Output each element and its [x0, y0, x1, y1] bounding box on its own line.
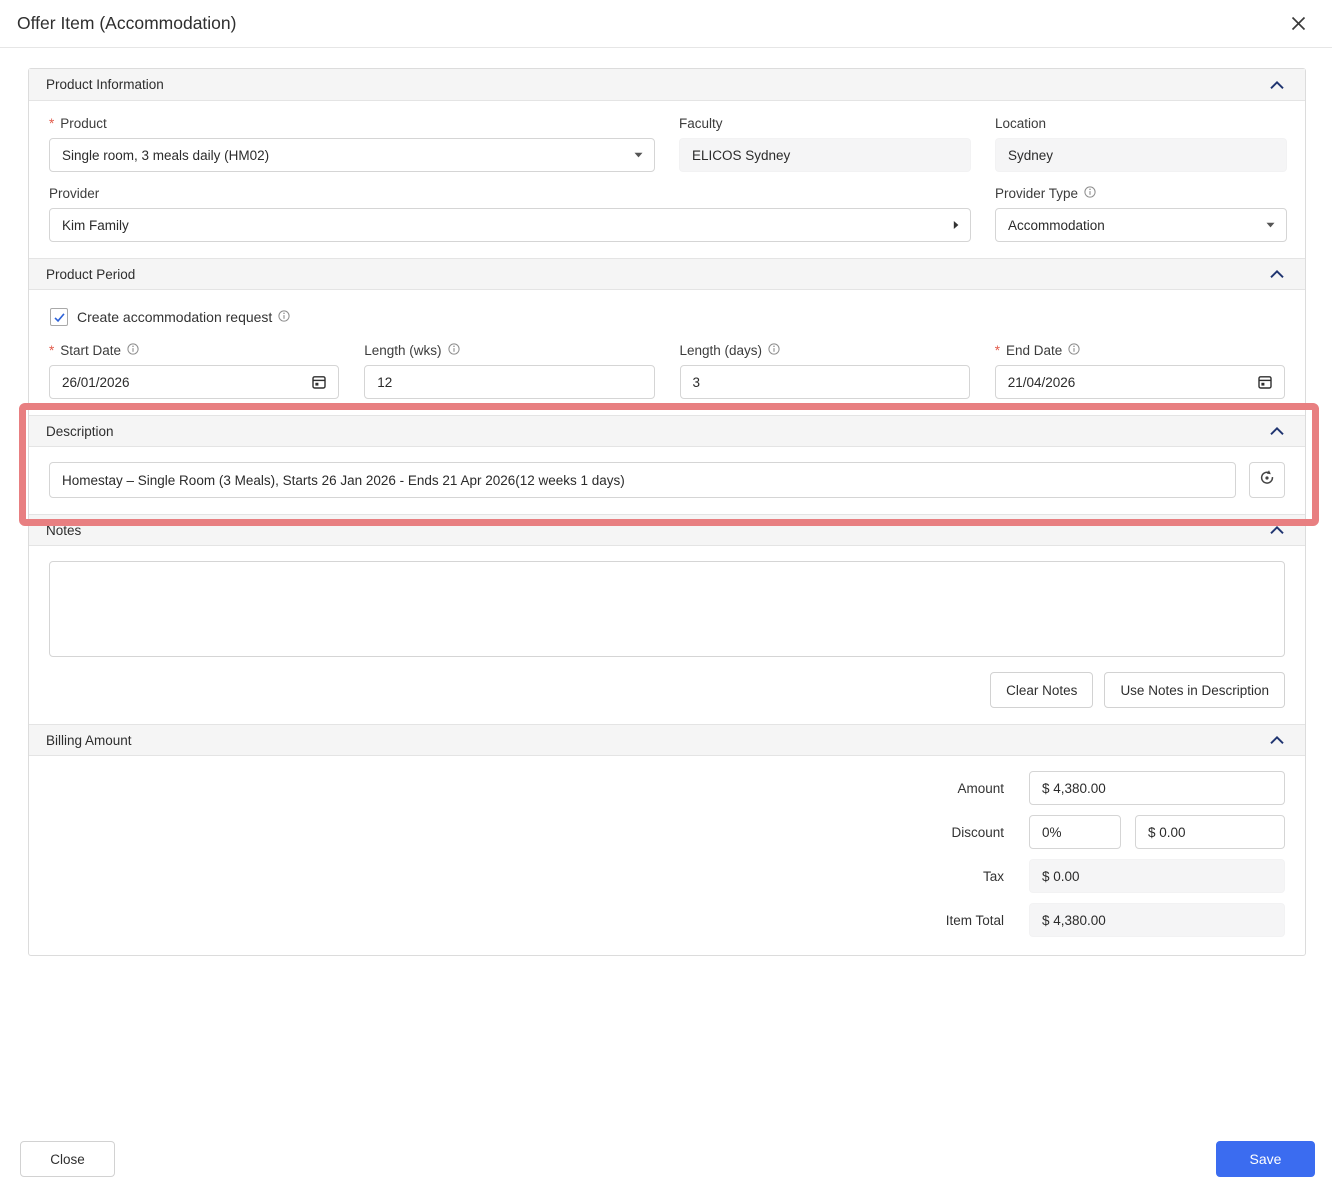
- discount-percent-input[interactable]: [1029, 815, 1121, 849]
- location-field-group: Location Sydney: [995, 116, 1287, 172]
- product-information-title: Product Information: [46, 77, 164, 92]
- notes-title: Notes: [46, 522, 82, 538]
- provider-label: Provider: [49, 186, 100, 201]
- provider-input[interactable]: [49, 208, 971, 242]
- info-icon: [278, 309, 290, 325]
- end-date-label: * End Date: [995, 343, 1285, 358]
- length-days-label: Length (days): [680, 343, 970, 358]
- length-wks-field-group: Length (wks): [364, 343, 655, 399]
- product-information-header: Product Information: [29, 69, 1305, 101]
- use-notes-in-description-button[interactable]: Use Notes in Description: [1104, 672, 1285, 708]
- tax-value: $ 0.00: [1029, 859, 1285, 893]
- discount-label: Discount: [951, 824, 1004, 840]
- caret-right-icon[interactable]: [953, 221, 959, 230]
- required-asterisk: *: [994, 343, 1001, 358]
- dialog-titlebar: Offer Item (Accommodation): [0, 0, 1332, 48]
- required-asterisk: *: [49, 116, 55, 131]
- amount-input[interactable]: [1029, 771, 1285, 805]
- description-input[interactable]: [49, 462, 1236, 498]
- save-button[interactable]: Save: [1216, 1141, 1315, 1177]
- section-product-period: Product Period Create accommodation requ…: [29, 258, 1305, 415]
- info-icon: [127, 343, 139, 358]
- chevron-up-icon[interactable]: [1267, 733, 1287, 747]
- calendar-icon[interactable]: [311, 374, 327, 390]
- length-days-input[interactable]: [679, 365, 970, 399]
- faculty-field-group: Faculty ELICOS Sydney: [679, 116, 971, 172]
- chevron-up-icon[interactable]: [1267, 523, 1287, 537]
- description-body: [29, 447, 1305, 514]
- billing-amount-header: Billing Amount: [29, 724, 1305, 756]
- product-select[interactable]: [49, 138, 655, 172]
- reset-icon: [1258, 469, 1276, 492]
- faculty-value: ELICOS Sydney: [679, 138, 971, 172]
- product-field-group: * Product: [49, 116, 655, 172]
- notes-textarea[interactable]: [49, 561, 1285, 657]
- product-label: * Product: [49, 116, 107, 131]
- create-accommodation-request-checkbox[interactable]: [50, 308, 68, 326]
- item-total-value: $ 4,380.00: [1029, 903, 1285, 937]
- length-wks-label: Length (wks): [364, 343, 654, 358]
- location-value: Sydney: [995, 138, 1287, 172]
- info-icon: [447, 343, 460, 358]
- start-date-label: * Start Date: [49, 343, 339, 358]
- item-total-row: Item Total $ 4,380.00: [49, 903, 1285, 937]
- end-date-input[interactable]: [994, 365, 1285, 399]
- clear-notes-button[interactable]: Clear Notes: [990, 672, 1094, 708]
- close-icon[interactable]: [1284, 10, 1312, 38]
- start-date-input[interactable]: [49, 365, 340, 399]
- chevron-up-icon[interactable]: [1267, 424, 1287, 438]
- billing-amount-title: Billing Amount: [46, 732, 132, 748]
- caret-down-icon[interactable]: [1266, 222, 1275, 228]
- billing-amount-body: Amount Discount Tax $ 0.00 Item Total: [29, 756, 1305, 955]
- tax-row: Tax $ 0.00: [49, 859, 1285, 893]
- create-accommodation-request-label: Create accommodation request: [77, 309, 290, 325]
- description-title: Description: [46, 423, 114, 439]
- section-product-information: Product Information * Product Single roo…: [29, 69, 1305, 258]
- faculty-label: Faculty: [679, 116, 723, 131]
- product-information-body: *Product Faculty ELICOS Sydney Location: [29, 101, 1305, 258]
- required-asterisk: *: [49, 343, 55, 358]
- length-days-field-group: Length (days): [679, 343, 970, 399]
- start-date-field-group: * Start Date: [49, 343, 340, 399]
- description-header: Description: [29, 415, 1305, 447]
- discount-amount-input[interactable]: [1135, 815, 1285, 849]
- length-wks-input[interactable]: [364, 365, 655, 399]
- chevron-up-icon[interactable]: [1267, 78, 1287, 92]
- end-date-field-group: * End Date: [994, 343, 1285, 399]
- close-button[interactable]: Close: [20, 1141, 115, 1177]
- reset-description-button[interactable]: [1249, 462, 1285, 498]
- notes-body: Clear Notes Use Notes in Description: [29, 546, 1305, 724]
- product-period-header: Product Period: [29, 258, 1305, 290]
- product-period-title: Product Period: [46, 266, 136, 282]
- chevron-up-icon[interactable]: [1267, 267, 1287, 281]
- page-title: Offer Item (Accommodation): [17, 13, 237, 33]
- caret-down-icon[interactable]: [634, 152, 643, 158]
- provider-type-field-group: Provider Type: [995, 186, 1287, 242]
- section-description: Description: [19, 403, 1319, 526]
- info-icon: [768, 343, 780, 358]
- section-notes: Notes Clear Notes Use Notes in Descripti…: [29, 514, 1305, 724]
- location-label: Location: [995, 116, 1047, 131]
- info-icon: [1084, 186, 1096, 201]
- item-total-label: Item Total: [945, 912, 1004, 928]
- create-accommodation-request-row: Create accommodation request: [50, 308, 1285, 326]
- amount-row: Amount: [49, 771, 1285, 805]
- discount-row: Discount: [49, 815, 1285, 849]
- section-billing-amount: Billing Amount Amount Discount Tax: [29, 724, 1305, 955]
- provider-type-label: Provider Type: [995, 186, 1287, 201]
- amount-label: Amount: [957, 780, 1004, 796]
- calendar-icon[interactable]: [1257, 374, 1273, 390]
- product-period-body: Create accommodation request * Start Date: [29, 290, 1305, 415]
- info-icon: [1068, 343, 1080, 358]
- offer-item-form: Product Information * Product Single roo…: [19, 68, 1319, 956]
- provider-field-group: Provider: [49, 186, 971, 242]
- provider-type-select[interactable]: [995, 208, 1287, 242]
- notes-header: Notes: [29, 514, 1305, 546]
- tax-label: Tax: [982, 868, 1004, 884]
